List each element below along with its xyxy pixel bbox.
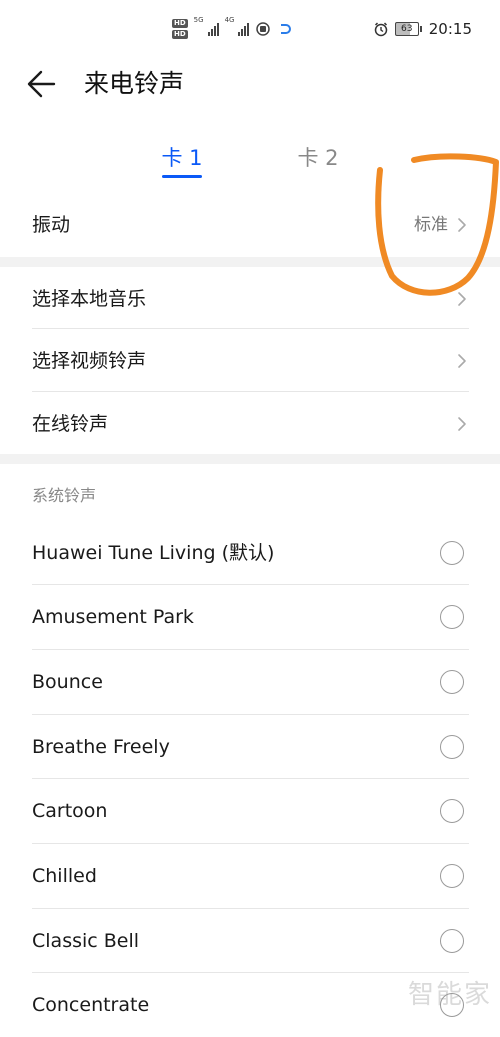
select-local-music-row[interactable]: 选择本地音乐 [0, 267, 500, 331]
signal-bars-icon [207, 22, 219, 36]
ringtone-item[interactable]: Cartoon [0, 779, 500, 843]
arrow-left-icon [27, 70, 56, 98]
ringtone-item[interactable]: Breathe Freely [0, 715, 500, 779]
watermark: 智能家 [408, 980, 493, 1010]
ringtone-radio[interactable] [440, 605, 464, 629]
ringtone-radio[interactable] [440, 799, 464, 823]
page-title: 来电铃声 [84, 69, 185, 98]
ringtone-label: Amusement Park [32, 606, 194, 628]
ringtone-radio[interactable] [440, 864, 464, 888]
hd-indicators: HD HD [172, 19, 188, 39]
section-separator [0, 257, 500, 267]
chevron-right-icon [458, 354, 466, 368]
sim-tabs: 卡 1 卡 2 [0, 138, 500, 188]
back-button[interactable] [26, 66, 66, 102]
ringtone-item[interactable]: Huawei Tune Living (默认) [0, 521, 500, 585]
ringtone-item[interactable]: Classic Bell [0, 909, 500, 973]
ringtone-item[interactable]: Amusement Park [0, 585, 500, 649]
ringtone-item[interactable]: Chilled [0, 844, 500, 908]
vibration-row[interactable]: 振动 标准 [0, 193, 500, 257]
chevron-right-icon [458, 292, 466, 306]
ringtone-label: Breathe Freely [32, 736, 170, 758]
app-notification-icon [256, 22, 271, 36]
ringtone-radio[interactable] [440, 670, 464, 694]
section-separator [0, 454, 500, 464]
top-app-bar: 来电铃声 [0, 58, 500, 110]
ringtone-radio[interactable] [440, 929, 464, 953]
network-5g-label: 5G [193, 16, 204, 24]
ringtone-label: Classic Bell [32, 930, 140, 952]
chevron-right-icon [458, 417, 466, 431]
ringtone-radio[interactable] [440, 541, 464, 565]
hd-badge-1: HD [172, 19, 188, 28]
tab-sim-1[interactable]: 卡 1 [142, 138, 222, 178]
ringtone-item[interactable]: Bounce [0, 650, 500, 714]
status-time: 20:15 [428, 20, 472, 38]
select-local-music-label: 选择本地音乐 [32, 288, 147, 310]
ringtone-label: Cartoon [32, 800, 108, 822]
blue-app-icon [281, 24, 292, 34]
chevron-right-icon [458, 218, 466, 232]
select-video-ringtone-row[interactable]: 选择视频铃声 [0, 329, 500, 393]
system-ringtones-header: 系统铃声 [32, 486, 97, 505]
status-bar: HD HD 5G 4G 63 20:15 [0, 0, 500, 56]
hd-badge-2: HD [172, 30, 188, 39]
ringtone-radio[interactable] [440, 735, 464, 759]
vibration-label: 振动 [32, 214, 71, 236]
tab-sim-1-label: 卡 1 [161, 146, 203, 170]
tab-sim-2[interactable]: 卡 2 [278, 138, 358, 178]
vibration-value: 标准 [414, 215, 448, 235]
ringtone-label: Concentrate [32, 994, 150, 1016]
ringtone-label: Bounce [32, 671, 103, 693]
active-tab-indicator [162, 175, 202, 178]
network-4g-label: 4G [224, 16, 235, 24]
battery-icon: 63 [394, 22, 422, 36]
online-ringtone-label: 在线铃声 [32, 413, 109, 435]
tab-sim-2-label: 卡 2 [297, 146, 339, 170]
status-right: 63 20:15 [373, 18, 472, 40]
ringtone-label: Chilled [32, 865, 97, 887]
signal-bars-icon-2 [238, 22, 250, 36]
online-ringtone-row[interactable]: 在线铃声 [0, 392, 500, 456]
select-video-ringtone-label: 选择视频铃声 [32, 350, 147, 372]
alarm-clock-icon [374, 22, 388, 37]
status-left: HD HD 5G 4G [172, 16, 292, 42]
ringtone-label: Huawei Tune Living (默认) [32, 542, 275, 564]
